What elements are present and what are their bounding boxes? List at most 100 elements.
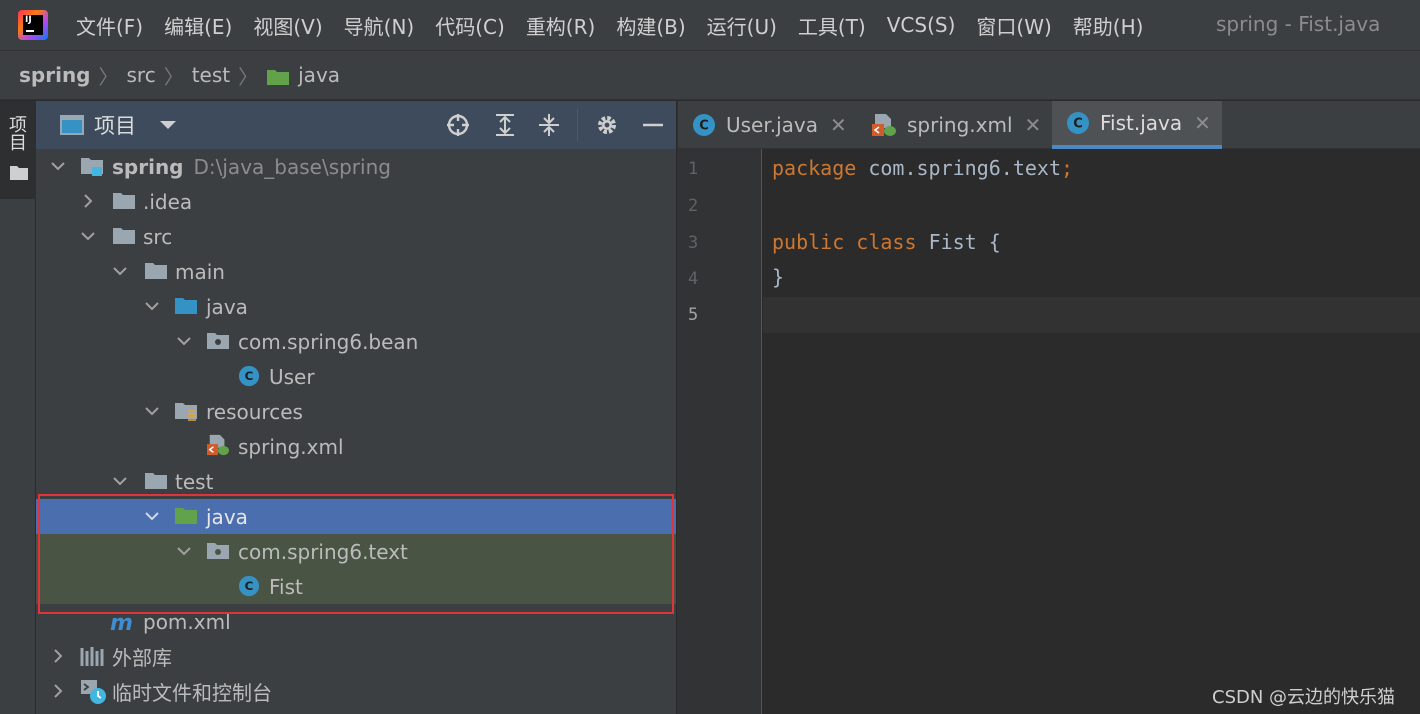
scratch-icon bbox=[81, 680, 106, 704]
tree-item-label: 临时文件和控制台 bbox=[112, 681, 272, 705]
chevron-right-icon[interactable] bbox=[48, 681, 68, 701]
svg-text:C: C bbox=[699, 119, 709, 134]
menu-code[interactable]: 代码(C) bbox=[435, 11, 505, 40]
project-tool-tab[interactable]: 项目 bbox=[0, 101, 36, 199]
menu-build[interactable]: 构建(B) bbox=[616, 11, 685, 40]
close-icon[interactable]: ✕ bbox=[1025, 113, 1042, 137]
project-tool-label: 项目 bbox=[6, 115, 27, 151]
test-folder-icon bbox=[267, 70, 290, 85]
svg-text:m: m bbox=[110, 611, 133, 633]
chevron-right-icon: 〉 bbox=[163, 64, 184, 89]
tree-item-label: test bbox=[175, 469, 214, 494]
package-icon bbox=[207, 333, 229, 349]
tree-item-label: Fist bbox=[269, 574, 303, 599]
chevron-right-icon[interactable] bbox=[78, 191, 98, 211]
svg-text:C: C bbox=[245, 369, 254, 383]
chevron-right-icon: 〉 bbox=[238, 64, 259, 89]
chevron-right-icon[interactable] bbox=[48, 646, 68, 666]
line-number: 4 bbox=[688, 269, 699, 289]
source-root-folder-icon bbox=[175, 298, 197, 314]
intellij-logo-icon: IJ bbox=[18, 10, 48, 40]
keyword: public bbox=[772, 230, 845, 254]
tree-item-main[interactable]: main bbox=[36, 254, 676, 289]
breadcrumb-item[interactable]: spring bbox=[19, 63, 91, 87]
menu-refactor[interactable]: 重构(R) bbox=[526, 11, 596, 40]
tree-item-class-user[interactable]: C User bbox=[36, 359, 676, 394]
library-icon bbox=[80, 647, 104, 666]
tree-item-package-text[interactable]: com.spring6.text bbox=[36, 534, 676, 569]
tree-item-idea[interactable]: .idea bbox=[36, 184, 676, 219]
tab-label: Fist.java bbox=[1100, 111, 1183, 135]
folder-icon bbox=[145, 263, 167, 279]
header-divider bbox=[577, 109, 578, 141]
tree-item-test-java[interactable]: java bbox=[36, 499, 676, 534]
dropdown-arrow-icon[interactable] bbox=[160, 121, 176, 129]
chevron-down-icon[interactable] bbox=[174, 541, 194, 561]
code-line-3[interactable]: public class Fist { bbox=[772, 230, 1001, 254]
spring-xml-icon bbox=[872, 114, 896, 136]
tree-item-label: com.spring6.text bbox=[238, 539, 408, 564]
tab-fist-java[interactable]: C Fist.java ✕ bbox=[1052, 101, 1222, 149]
chevron-down-icon[interactable] bbox=[78, 226, 98, 246]
svg-text:C: C bbox=[1073, 117, 1083, 132]
tab-spring-xml[interactable]: spring.xml ✕ bbox=[871, 101, 1051, 149]
package-name: com.spring6.text bbox=[856, 156, 1061, 180]
collapse-all-icon[interactable] bbox=[536, 112, 562, 138]
tree-item-pom-xml[interactable]: m pom.xml bbox=[36, 604, 676, 639]
chevron-down-icon[interactable] bbox=[174, 331, 194, 351]
menu-navigate[interactable]: 导航(N) bbox=[344, 11, 415, 40]
tree-item-spring-module[interactable]: spring D:\java_base\spring bbox=[36, 149, 676, 184]
breadcrumb-item[interactable]: src bbox=[127, 63, 156, 87]
breadcrumb-item[interactable]: test bbox=[192, 63, 230, 87]
breadcrumb: spring 〉 src 〉 test 〉 java bbox=[0, 50, 1420, 100]
module-path: D:\java_base\spring bbox=[193, 154, 391, 179]
tree-item-label: src bbox=[143, 224, 173, 249]
close-icon[interactable]: ✕ bbox=[1194, 111, 1211, 135]
menu-window[interactable]: 窗口(W) bbox=[976, 11, 1051, 40]
tree-item-main-java[interactable]: java bbox=[36, 289, 676, 324]
menu-file[interactable]: 文件(F) bbox=[76, 11, 143, 40]
tree-item-label: java bbox=[206, 504, 248, 529]
menu-edit[interactable]: 编辑(E) bbox=[164, 11, 232, 40]
tree-item-external-libraries[interactable]: 外部库 bbox=[36, 639, 676, 674]
tree-item-package-bean[interactable]: com.spring6.bean bbox=[36, 324, 676, 359]
chevron-down-icon[interactable] bbox=[142, 401, 162, 421]
tree-item-label: spring.xml bbox=[238, 434, 344, 459]
close-icon[interactable]: ✕ bbox=[830, 113, 847, 137]
chevron-down-icon[interactable] bbox=[142, 296, 162, 316]
tree-item-class-fist[interactable]: C Fist bbox=[36, 569, 676, 604]
svg-text:C: C bbox=[245, 579, 254, 593]
tree-item-spring-xml[interactable]: spring.xml bbox=[36, 429, 676, 464]
project-view-icon bbox=[60, 115, 84, 135]
menu-help[interactable]: 帮助(H) bbox=[1073, 11, 1144, 40]
minimize-icon[interactable] bbox=[640, 112, 666, 138]
tree-item-resources[interactable]: resources bbox=[36, 394, 676, 429]
chevron-down-icon[interactable] bbox=[142, 506, 162, 526]
class-icon: C bbox=[238, 365, 260, 387]
tree-item-src[interactable]: src bbox=[36, 219, 676, 254]
project-panel-title[interactable]: 项目 bbox=[94, 110, 136, 140]
caret-line-highlight bbox=[763, 297, 1420, 333]
code-line-1[interactable]: package com.spring6.text; bbox=[772, 156, 1073, 180]
breadcrumb-item[interactable]: java bbox=[298, 63, 340, 87]
expand-all-icon[interactable] bbox=[492, 112, 518, 138]
tab-label: User.java bbox=[726, 113, 819, 137]
menu-vcs[interactable]: VCS(S) bbox=[887, 13, 956, 37]
gear-icon[interactable] bbox=[594, 112, 620, 138]
chevron-down-icon[interactable] bbox=[110, 261, 130, 281]
code-line-4[interactable]: } bbox=[772, 265, 784, 289]
menu-view[interactable]: 视图(V) bbox=[253, 11, 322, 40]
project-panel-header: 项目 bbox=[36, 101, 676, 149]
menu-run[interactable]: 运行(U) bbox=[707, 11, 777, 40]
chevron-down-icon[interactable] bbox=[110, 471, 130, 491]
locate-icon[interactable] bbox=[445, 112, 471, 138]
tree-item-scratches[interactable]: 临时文件和控制台 bbox=[36, 674, 676, 709]
chevron-down-icon[interactable] bbox=[48, 156, 68, 176]
resources-folder-icon bbox=[175, 403, 197, 421]
line-number: 1 bbox=[688, 159, 699, 179]
tree-item-label: User bbox=[269, 364, 315, 389]
menu-tools[interactable]: 工具(T) bbox=[798, 11, 866, 40]
tab-user-java[interactable]: C User.java ✕ bbox=[692, 101, 858, 149]
package-icon bbox=[207, 543, 229, 559]
tree-item-test[interactable]: test bbox=[36, 464, 676, 499]
